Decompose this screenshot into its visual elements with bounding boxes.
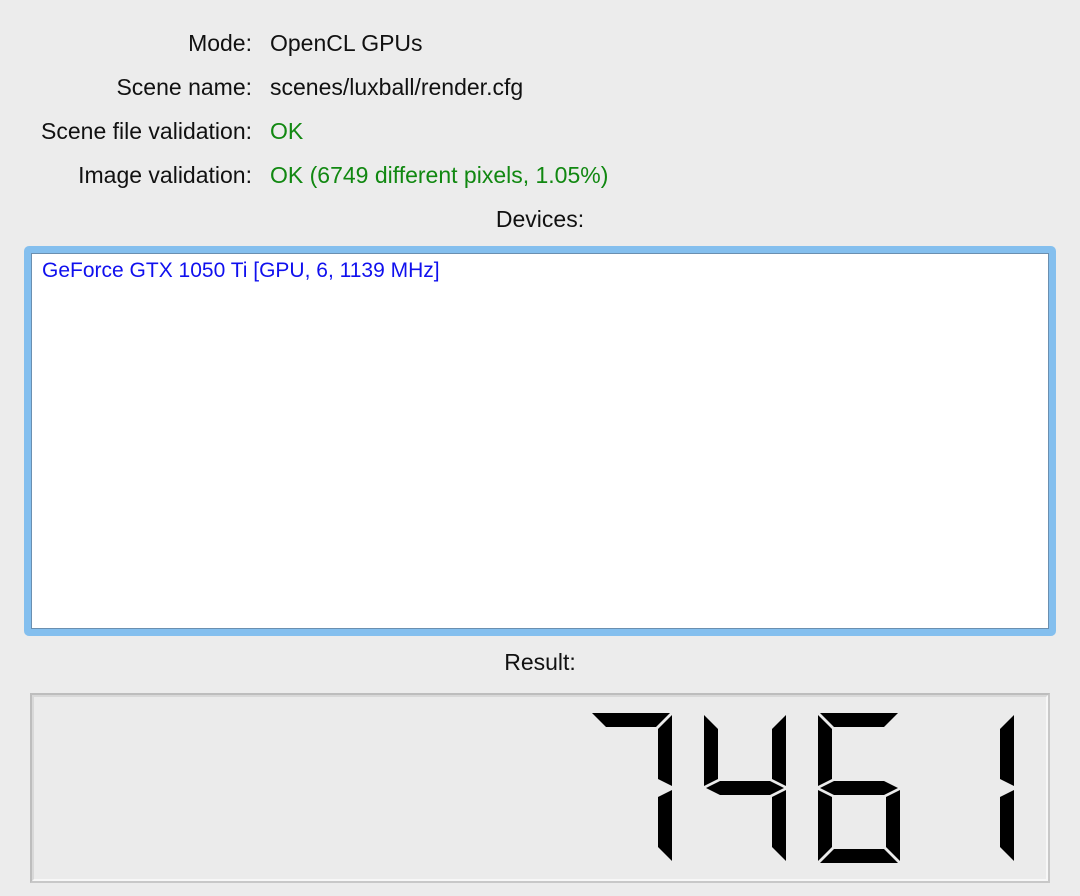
- scene-validation-row: Scene file validation: OK: [0, 109, 1080, 153]
- mode-label: Mode:: [188, 29, 252, 56]
- lcd-segment-e: [818, 790, 832, 861]
- devices-list[interactable]: GeForce GTX 1050 Ti [GPU, 6, 1139 MHz]: [31, 253, 1049, 629]
- scene-validation-value: OK: [270, 117, 304, 144]
- lcd-segment-f: [818, 715, 832, 786]
- lcd-segment-d: [820, 849, 898, 863]
- lcd-segment-a: [592, 713, 670, 727]
- lcd-digit: [1000, 715, 1014, 861]
- devices-label: Devices:: [495, 206, 585, 232]
- lcd-number-display: [592, 713, 1014, 863]
- lcd-segment-c: [772, 790, 786, 861]
- scene-name-label: Scene name:: [116, 73, 252, 100]
- lcd-segment-g: [706, 781, 784, 795]
- mode-row: Mode: OpenCL GPUs: [0, 21, 1080, 65]
- lcd-segment-b: [658, 715, 672, 786]
- result-label: Result:: [504, 649, 576, 675]
- lcd-segment-c: [886, 790, 900, 861]
- lcd-segment-f: [704, 715, 718, 786]
- image-validation-label: Image validation:: [78, 161, 252, 188]
- result-display: [30, 693, 1050, 883]
- lcd-digit: [704, 715, 786, 861]
- lcd-digit: [818, 713, 900, 863]
- lcd-segment-c: [658, 790, 672, 861]
- devices-list-focus-ring: GeForce GTX 1050 Ti [GPU, 6, 1139 MHz]: [24, 246, 1056, 636]
- image-validation-row: Image validation: OK (6749 different pix…: [0, 153, 1080, 197]
- lcd-segment-c: [1000, 790, 1014, 861]
- device-list-item[interactable]: GeForce GTX 1050 Ti [GPU, 6, 1139 MHz]: [42, 258, 1038, 284]
- image-validation-value: OK (6749 different pixels, 1.05%): [270, 161, 609, 188]
- benchmark-window: Mode: OpenCL GPUs Scene name: scenes/lux…: [0, 0, 1080, 896]
- scene-name-row: Scene name: scenes/luxball/render.cfg: [0, 65, 1080, 109]
- lcd-digit: [592, 713, 672, 861]
- lcd-segment-g: [820, 781, 898, 795]
- devices-list-items: GeForce GTX 1050 Ti [GPU, 6, 1139 MHz]: [42, 258, 1038, 284]
- scene-name-value: scenes/luxball/render.cfg: [270, 73, 524, 100]
- scene-validation-label: Scene file validation:: [41, 117, 252, 144]
- lcd-segment-a: [820, 713, 898, 727]
- lcd-segment-b: [772, 715, 786, 786]
- lcd-segment-b: [1000, 715, 1014, 786]
- mode-value: OpenCL GPUs: [270, 29, 423, 56]
